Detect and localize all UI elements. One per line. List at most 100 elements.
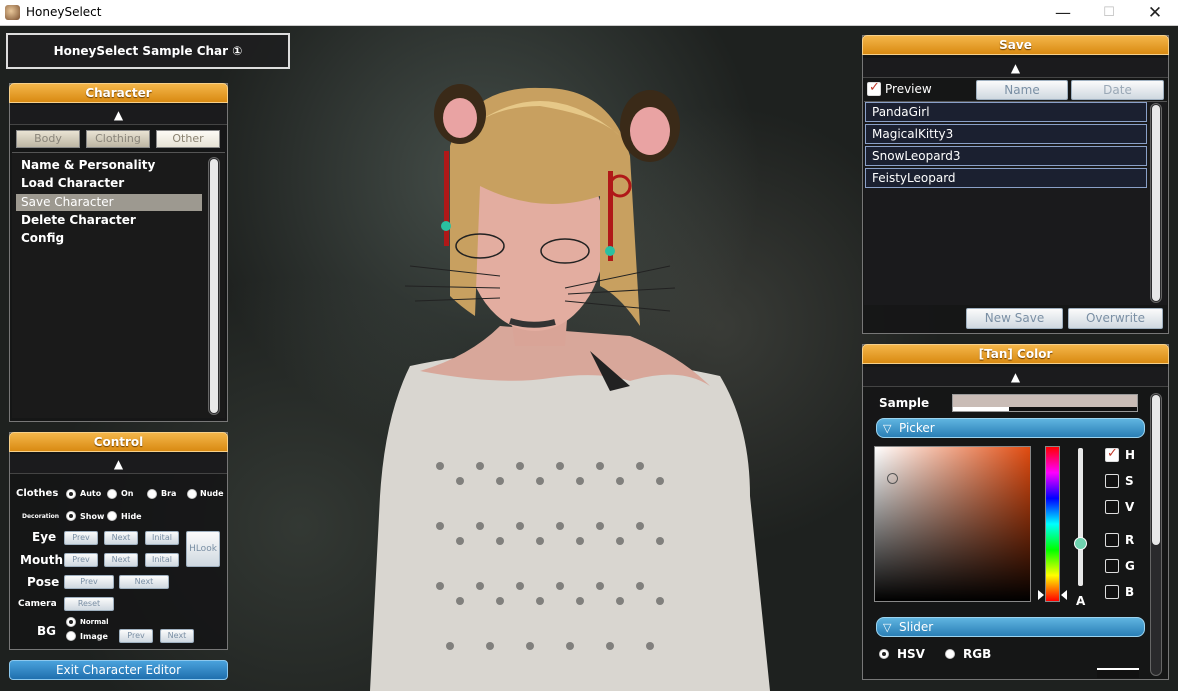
mode-hsv-label: HSV (897, 647, 925, 661)
new-save-button[interactable]: New Save (966, 308, 1063, 329)
app-icon (5, 5, 20, 20)
mode-rgb-label: RGB (963, 647, 992, 661)
eye-next-button[interactable]: Next (104, 531, 138, 545)
bg-label: BG (37, 624, 56, 638)
clothes-bra-radio[interactable] (147, 489, 157, 499)
preview-label: Preview (885, 82, 932, 96)
tab-body[interactable]: Body (16, 130, 80, 148)
color-panel-scrollbar[interactable] (1150, 393, 1162, 676)
sort-by-date-button[interactable]: Date (1071, 80, 1164, 100)
collapse-triangle-icon: ▽ (883, 621, 892, 634)
alpha-slider-handle[interactable] (1074, 537, 1087, 550)
decoration-show-label: Show (80, 512, 105, 521)
alpha-label: A (1076, 594, 1086, 608)
clothes-on-radio[interactable] (107, 489, 117, 499)
character-name-tab[interactable]: HoneySelect Sample Char ① (6, 33, 290, 69)
decoration-hide-label: Hide (121, 512, 142, 521)
clothes-nude-radio[interactable] (187, 489, 197, 499)
minimize-button[interactable]: — (1040, 0, 1086, 26)
close-button[interactable]: ✕ (1132, 0, 1178, 26)
slider-value-field[interactable] (1097, 668, 1139, 678)
character-model[interactable] (300, 26, 860, 691)
channel-b-checkbox[interactable] (1105, 585, 1119, 599)
menu-item-config[interactable]: Config (16, 230, 202, 247)
hue-slider[interactable] (1045, 446, 1060, 602)
menu-item-load-character[interactable]: Load Character (16, 175, 202, 192)
camera-label: Camera (18, 599, 57, 609)
control-collapse-button[interactable]: ▲ (10, 454, 227, 474)
decoration-show-radio[interactable] (66, 511, 76, 521)
overwrite-button[interactable]: Overwrite (1068, 308, 1163, 329)
tab-clothing[interactable]: Clothing (86, 130, 150, 148)
pose-next-button[interactable]: Next (119, 575, 169, 589)
exit-character-editor-button[interactable]: Exit Character Editor (9, 660, 228, 680)
slider-label: Slider (899, 620, 934, 634)
hlook-button[interactable]: HLook (186, 531, 220, 567)
channel-r-label: R (1125, 533, 1135, 547)
bg-prev-button[interactable]: Prev (119, 629, 153, 643)
color-collapse-button[interactable]: ▲ (863, 367, 1168, 387)
sort-by-name-button[interactable]: Name (976, 80, 1068, 100)
clothes-auto-label: Auto (80, 489, 102, 498)
bg-normal-radio[interactable] (66, 617, 76, 627)
hue-marker-right-icon (1061, 590, 1067, 600)
save-collapse-button[interactable]: ▲ (863, 58, 1168, 78)
clothes-bra-label: Bra (161, 489, 177, 498)
character-list-scroll-thumb[interactable] (210, 159, 218, 413)
title-bar: HoneySelect — ☐ ✕ (0, 0, 1178, 26)
clothes-auto-radio[interactable] (66, 489, 76, 499)
maximize-button[interactable]: ☐ (1086, 0, 1132, 26)
color-picker-square[interactable] (874, 446, 1031, 602)
character-collapse-button[interactable]: ▲ (10, 105, 227, 125)
eye-prev-button[interactable]: Prev (64, 531, 98, 545)
save-list-scroll-thumb[interactable] (1152, 105, 1160, 301)
bg-image-label: Image (80, 632, 108, 641)
mouth-initial-button[interactable]: Inital (145, 553, 179, 567)
mode-hsv-radio[interactable] (879, 649, 889, 659)
sample-label: Sample (879, 396, 930, 410)
save-file-item[interactable]: FeistyLeopard (865, 168, 1147, 188)
bg-normal-label: Normal (80, 618, 109, 626)
channel-s-checkbox[interactable] (1105, 474, 1119, 488)
save-file-item[interactable]: MagicalKitty3 (865, 124, 1147, 144)
mode-rgb-radio[interactable] (945, 649, 955, 659)
clothes-label: Clothes (16, 488, 59, 499)
save-list-scrollbar[interactable] (1150, 103, 1162, 303)
menu-item-delete-character[interactable]: Delete Character (16, 212, 202, 229)
channel-v-label: V (1125, 500, 1135, 514)
eye-initial-button[interactable]: Inital (145, 531, 179, 545)
channel-s-label: S (1125, 474, 1134, 488)
character-list-scrollbar[interactable] (208, 157, 220, 415)
color-panel-scroll-thumb[interactable] (1152, 395, 1160, 545)
mouth-prev-button[interactable]: Prev (64, 553, 98, 567)
picker-section-header[interactable]: ▽ Picker (876, 418, 1145, 438)
save-file-item[interactable]: SnowLeopard3 (865, 146, 1147, 166)
mouth-next-button[interactable]: Next (104, 553, 138, 567)
collapse-triangle-icon: ▽ (883, 422, 892, 435)
decoration-hide-radio[interactable] (107, 511, 117, 521)
slider-section-header[interactable]: ▽ Slider (876, 617, 1145, 637)
save-file-item[interactable]: PandaGirl (865, 102, 1147, 122)
pose-prev-button[interactable]: Prev (64, 575, 114, 589)
bg-image-radio[interactable] (66, 631, 76, 641)
camera-reset-button[interactable]: Reset (64, 597, 114, 611)
picker-label: Picker (899, 421, 935, 435)
window-title: HoneySelect (26, 5, 102, 19)
channel-h-checkbox[interactable] (1105, 446, 1119, 462)
channel-g-label: G (1125, 559, 1135, 573)
alpha-slider-track[interactable] (1078, 448, 1083, 586)
character-name-label: HoneySelect Sample Char ① (53, 44, 243, 58)
channel-v-checkbox[interactable] (1105, 500, 1119, 514)
menu-item-save-character[interactable]: Save Character (16, 194, 202, 211)
mouth-label: Mouth (20, 553, 64, 567)
tan-color-panel-title: [Tan] Color (862, 344, 1169, 364)
character-panel-title: Character (9, 83, 228, 103)
menu-item-name-personality[interactable]: Name & Personality (16, 157, 202, 174)
channel-g-checkbox[interactable] (1105, 559, 1119, 573)
bg-next-button[interactable]: Next (160, 629, 194, 643)
tab-other[interactable]: Other (156, 130, 220, 148)
picker-cursor[interactable] (887, 473, 898, 484)
preview-checkbox[interactable] (867, 80, 881, 96)
eye-label: Eye (32, 530, 57, 544)
channel-r-checkbox[interactable] (1105, 533, 1119, 547)
